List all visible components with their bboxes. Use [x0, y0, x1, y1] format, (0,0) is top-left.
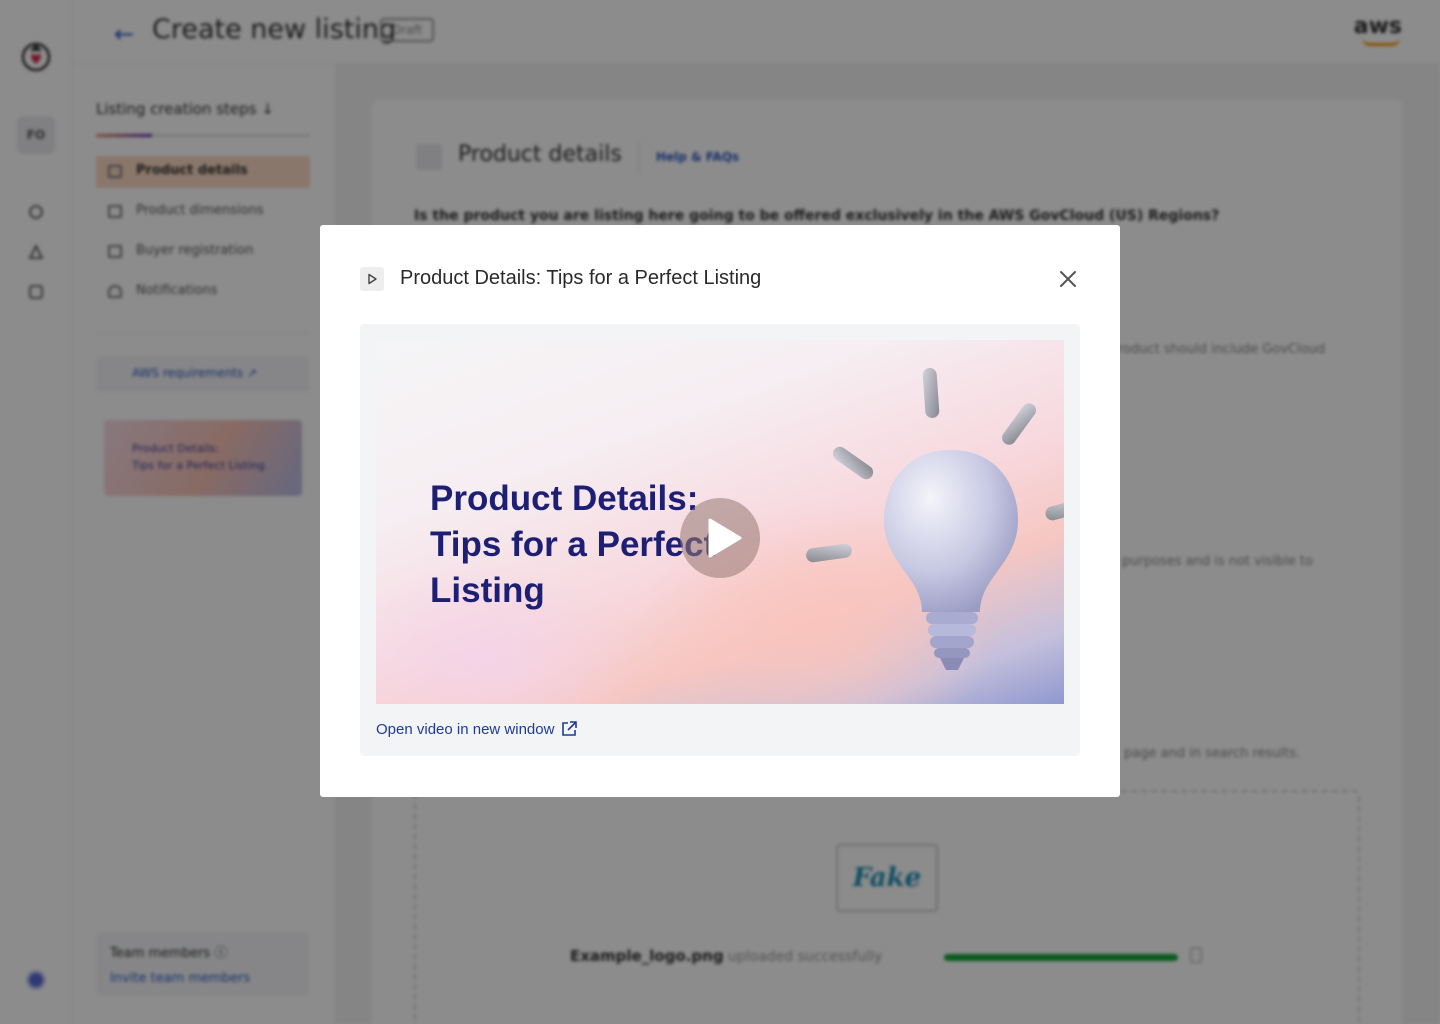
- play-icon: [360, 267, 384, 291]
- modal-title: Product Details: Tips for a Perfect List…: [400, 267, 762, 289]
- external-link-icon: [562, 721, 578, 736]
- video-modal: Product Details: Tips for a Perfect List…: [320, 225, 1120, 797]
- lightbulb-illustration: [806, 368, 1064, 670]
- video-title-line-3: Listing: [430, 571, 545, 610]
- play-triangle-icon: [708, 518, 742, 558]
- open-link-label: Open video in new window: [376, 720, 555, 738]
- video-panel: Product Details: Tips for a Perfect List…: [360, 324, 1080, 756]
- video-title-line-1: Product Details:: [430, 479, 699, 518]
- video-player[interactable]: Product Details: Tips for a Perfect List…: [376, 340, 1064, 704]
- close-icon[interactable]: [1054, 265, 1082, 293]
- video-play-button[interactable]: [680, 498, 760, 578]
- open-video-new-window-link[interactable]: Open video in new window: [376, 720, 578, 738]
